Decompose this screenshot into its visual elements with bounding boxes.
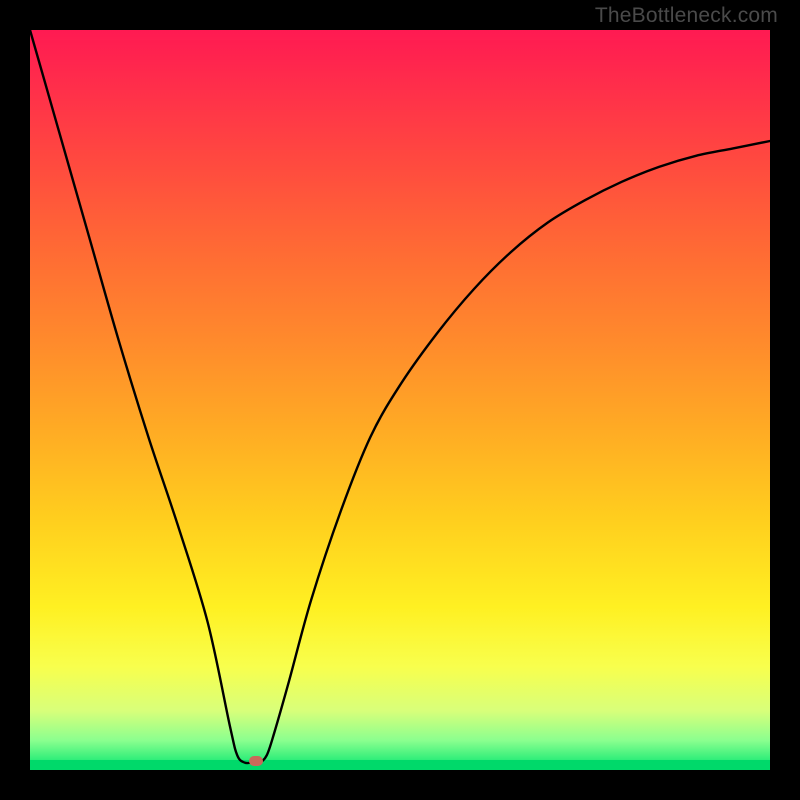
watermark-text: TheBottleneck.com	[595, 4, 778, 28]
optimal-point-marker	[249, 756, 263, 766]
curve-path	[30, 30, 770, 763]
chart-frame: TheBottleneck.com	[0, 0, 800, 800]
plot-area	[30, 30, 770, 770]
bottleneck-curve	[30, 30, 770, 770]
